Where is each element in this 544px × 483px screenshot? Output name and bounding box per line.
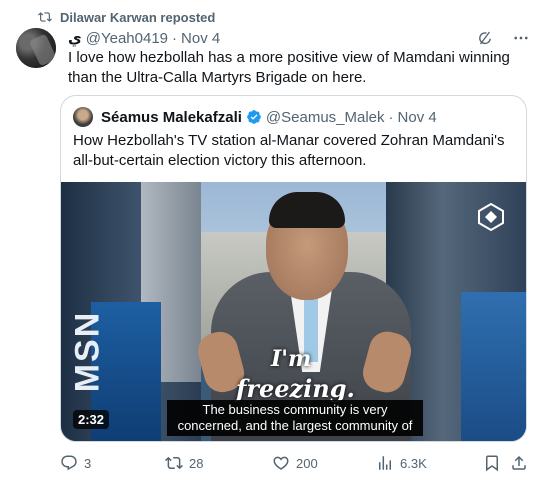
video-overlay-text-line1: I'm (271, 346, 312, 372)
verified-badge-icon (246, 109, 262, 125)
timestamp[interactable]: Nov 4 (181, 30, 220, 47)
channel-logo-icon (478, 202, 504, 232)
quote-header: Séamus Malekafzali @Seamus_Malek · Nov 4 (73, 107, 437, 127)
avatar[interactable] (16, 28, 56, 68)
views-chart-icon (379, 456, 391, 470)
action-bar: 3 28 200 6.3K (60, 452, 530, 474)
quote-display-name[interactable]: Séamus Malekafzali (101, 109, 242, 126)
reply-button[interactable]: 3 (60, 452, 91, 474)
heart-icon (273, 456, 289, 470)
views-button[interactable]: 6.3K (376, 452, 427, 474)
quote-timestamp[interactable]: Nov 4 (398, 109, 437, 126)
separator-dot: · (172, 29, 178, 47)
video-duration-badge: 2:32 (73, 410, 110, 429)
quote-handle[interactable]: @Seamus_Malek (266, 109, 385, 126)
video-overlay-text-line2: freezing. (236, 374, 355, 403)
separator-dot: · (388, 108, 394, 126)
repost-label: Dilawar Karwan reposted (60, 9, 216, 25)
like-count: 200 (296, 455, 318, 471)
video-sign-right (461, 292, 526, 441)
tweet-header: ي @Yeah0419 · Nov 4 (68, 28, 220, 48)
video-subtitles: The business community is very concerned… (167, 400, 423, 436)
repost-icon (165, 456, 183, 470)
repost-icon (38, 12, 52, 22)
video-person-hair (269, 192, 345, 228)
quote-tweet-card[interactable]: Séamus Malekafzali @Seamus_Malek · Nov 4… (60, 95, 527, 442)
video-sign-left-text: MSN (68, 310, 107, 393)
reply-count: 3 (84, 455, 92, 471)
quote-avatar[interactable] (73, 107, 93, 127)
repost-count: 28 (189, 455, 204, 471)
handle[interactable]: @Yeah0419 (86, 30, 168, 47)
bookmark-button[interactable] (483, 452, 501, 474)
share-button[interactable] (510, 452, 528, 474)
reply-icon (61, 455, 77, 471)
quote-text: How Hezbollah's TV station al-Manar cove… (73, 132, 505, 169)
repost-button[interactable]: 28 (165, 452, 203, 474)
views-count: 6.3K (400, 455, 427, 471)
display-name[interactable]: ي (68, 29, 82, 47)
like-button[interactable]: 200 (272, 452, 318, 474)
bookmark-icon (486, 455, 498, 472)
repost-indicator[interactable]: Dilawar Karwan reposted (38, 8, 215, 26)
video-player[interactable]: MSN I'm freezing. The business community… (61, 182, 526, 441)
tweet-text: I love how hezbollah has a more positive… (68, 49, 510, 86)
share-icon (512, 455, 526, 470)
